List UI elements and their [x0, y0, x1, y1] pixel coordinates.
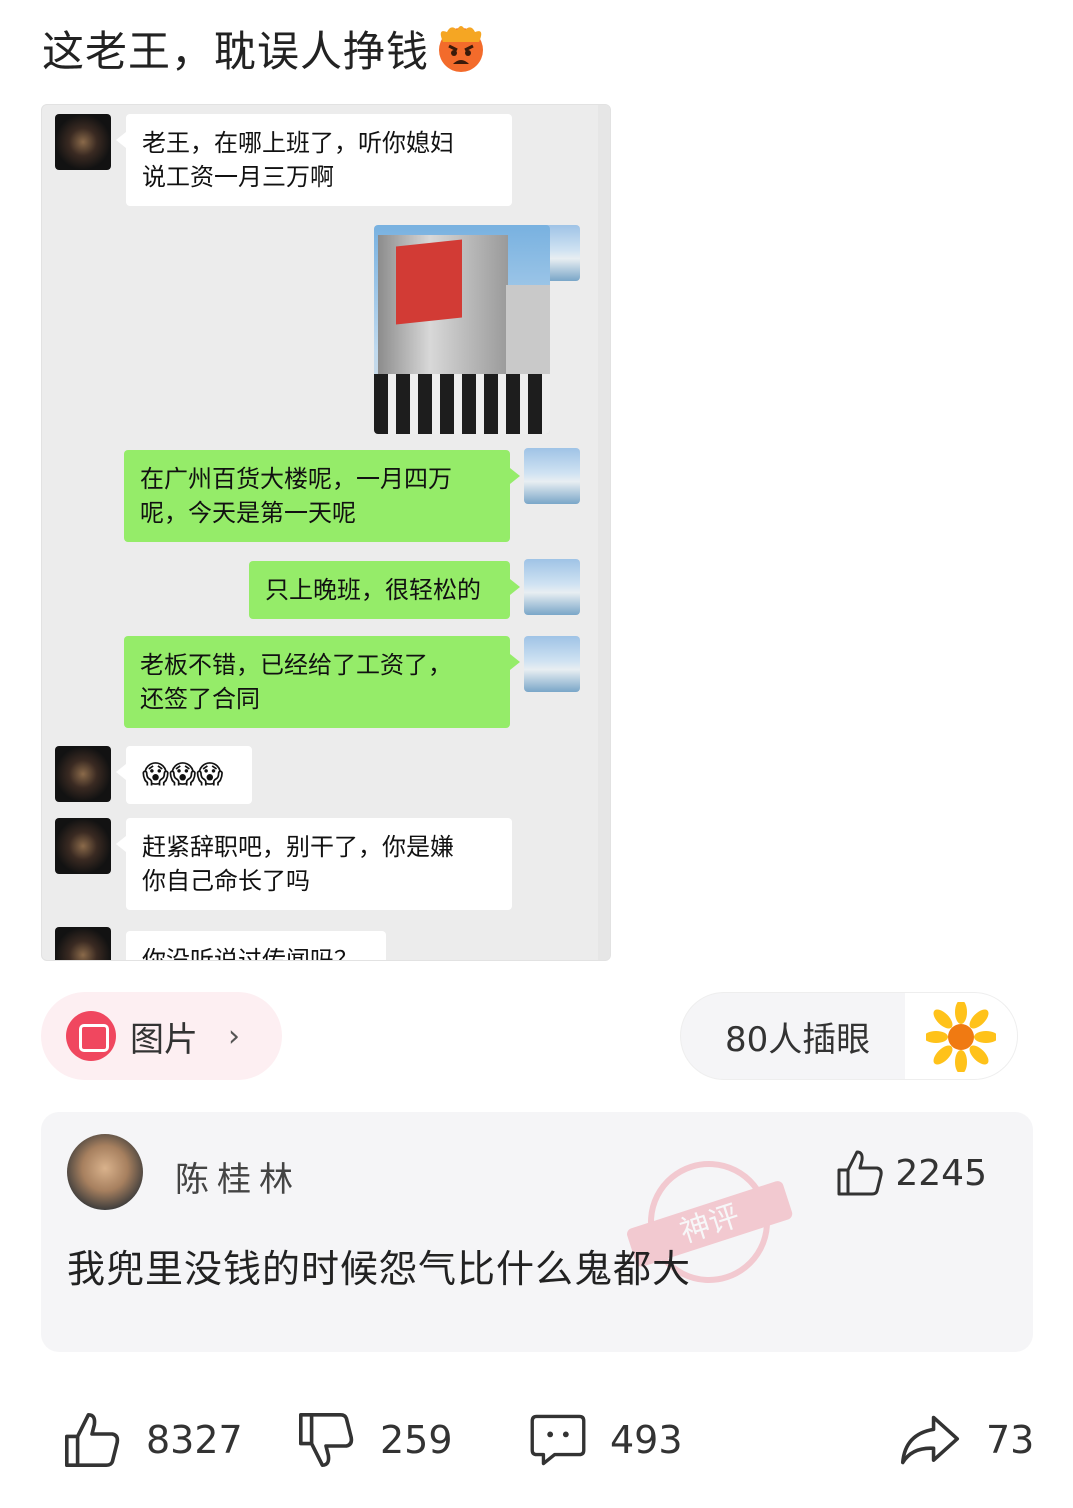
- share-button[interactable]: 73: [898, 1400, 1034, 1480]
- message-bubble-7: 赶紧辞职吧，别干了，你是嫌 你自己命长了吗: [116, 818, 512, 910]
- dislike-count: 259: [380, 1418, 453, 1462]
- message-bubble-8: 你没听说过传闻吗？: [126, 931, 386, 960]
- share-count: 73: [986, 1418, 1035, 1462]
- message-bubble-4: 只上晚班，很轻松的: [249, 561, 520, 619]
- picture-tag-icon: [66, 1011, 116, 1061]
- share-arrow-icon: [900, 1415, 960, 1465]
- comment-count: 493: [610, 1418, 683, 1462]
- dislike-button[interactable]: 259: [296, 1400, 453, 1480]
- peek-count-label: 80人插眼: [725, 1019, 871, 1060]
- comment-button[interactable]: 493: [530, 1400, 683, 1480]
- right-avatar: [524, 559, 580, 615]
- thumbs-down-icon: [299, 1413, 354, 1467]
- right-avatar: [524, 448, 580, 504]
- commenter-name[interactable]: 陈桂林: [175, 1152, 301, 1201]
- comment-like-count: 2245: [895, 1152, 987, 1194]
- post-action-bar: 8327 259 493 73: [0, 1400, 1073, 1480]
- picture-tag-label: 图片: [130, 1019, 198, 1060]
- picture-tag-button[interactable]: 图片 ›: [41, 992, 282, 1080]
- message-bubble-3: 在广州百货大楼呢，一月四万 呢，今天是第一天呢: [124, 450, 520, 542]
- post-title-text: 这老王，耽误人挣钱: [42, 26, 430, 76]
- commenter-avatar[interactable]: [67, 1134, 143, 1210]
- comment-bubble-icon: [530, 1414, 586, 1466]
- message-bubble-6: 😱😱😱: [116, 746, 252, 804]
- left-avatar: [55, 818, 111, 874]
- like-button[interactable]: 8327: [62, 1400, 243, 1480]
- left-avatar: [55, 114, 111, 170]
- thumbs-up-icon: [65, 1413, 120, 1467]
- comment-like-button[interactable]: 2245: [835, 1148, 987, 1198]
- sunflower-icon: [905, 993, 1017, 1079]
- message-bubble-5: 老板不错，已经给了工资了， 还签了合同: [124, 636, 520, 728]
- chat-screenshot-image[interactable]: 老王，在哪上班了，听你媳妇 说工资一月三万啊 在广州百货大楼呢，一月四万 呢，今…: [41, 104, 611, 961]
- screenshot-scrollbar: [598, 105, 610, 960]
- post-title: 这老王，耽误人挣钱: [42, 20, 489, 76]
- right-avatar: [524, 636, 580, 692]
- left-avatar: [55, 746, 111, 802]
- peek-count-button[interactable]: 80人插眼: [680, 992, 1018, 1080]
- chevron-right-icon: ›: [228, 1018, 240, 1054]
- like-count: 8327: [146, 1418, 243, 1462]
- department-store-photo: [374, 225, 550, 434]
- angry-face-icon: [439, 26, 484, 72]
- comment-text: 我兜里没钱的时候怨气比什么鬼都大: [67, 1247, 692, 1291]
- top-comment-card[interactable]: 陈桂林 神评 2245 我兜里没钱的时候怨气比什么鬼都大: [41, 1112, 1033, 1352]
- left-avatar: [55, 927, 111, 960]
- thumbs-up-icon: [837, 1150, 884, 1196]
- message-bubble-1: 老王，在哪上班了，听你媳妇 说工资一月三万啊: [116, 114, 512, 206]
